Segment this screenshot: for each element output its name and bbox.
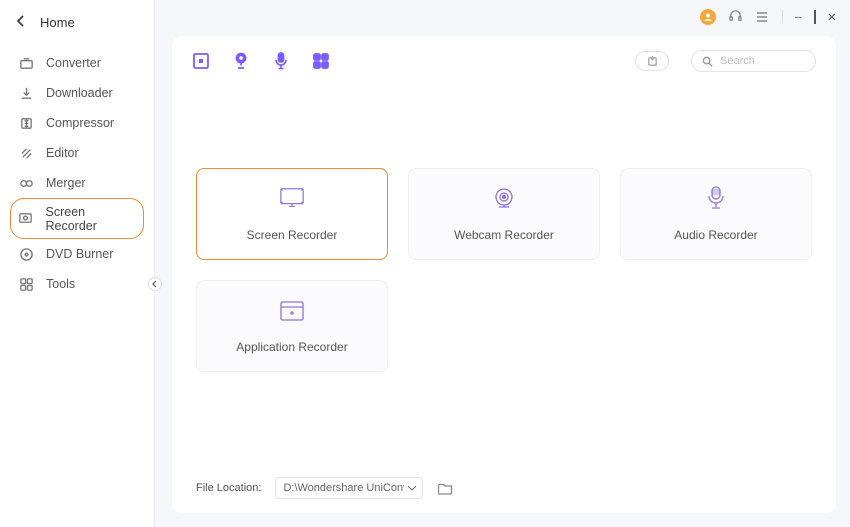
content-card: Screen Recorder Webcam Recorder Audio Re… xyxy=(172,36,836,513)
sidebar-item-tools[interactable]: Tools xyxy=(10,269,144,299)
editor-icon xyxy=(18,145,34,161)
sidebar-item-editor[interactable]: Editor xyxy=(10,138,144,168)
compressor-icon xyxy=(18,115,34,131)
card-audio-recorder[interactable]: Audio Recorder xyxy=(620,168,812,260)
card-screen-recorder[interactable]: Screen Recorder xyxy=(196,168,388,260)
sidebar: Home Converter Downloader Compressor Edi… xyxy=(0,0,155,527)
webcam-icon xyxy=(491,186,517,212)
card-label: Audio Recorder xyxy=(674,228,757,242)
card-label: Webcam Recorder xyxy=(454,228,554,242)
sidebar-collapse-handle[interactable] xyxy=(148,277,162,291)
screen-monitor-icon xyxy=(279,186,305,212)
sidebar-item-screen-recorder[interactable]: Screen Recorder xyxy=(10,198,144,239)
back-icon[interactable] xyxy=(16,14,26,30)
headset-icon[interactable] xyxy=(728,9,743,24)
card-label: Screen Recorder xyxy=(247,228,338,242)
sidebar-item-label: Compressor xyxy=(46,116,114,130)
sidebar-item-merger[interactable]: Merger xyxy=(10,168,144,198)
record-app-icon[interactable] xyxy=(312,52,330,70)
card-webcam-recorder[interactable]: Webcam Recorder xyxy=(408,168,600,260)
user-avatar[interactable] xyxy=(700,9,716,25)
sidebar-item-compressor[interactable]: Compressor xyxy=(10,108,144,138)
microphone-icon xyxy=(703,186,729,212)
record-screen-icon[interactable] xyxy=(192,52,210,70)
record-webcam-icon[interactable] xyxy=(232,52,250,70)
toolbar xyxy=(172,36,836,82)
downloader-icon xyxy=(18,85,34,101)
sidebar-item-label: Screen Recorder xyxy=(46,205,137,233)
footer: File Location: D:\Wondershare UniConvert… xyxy=(172,477,836,499)
sidebar-header: Home xyxy=(0,0,154,42)
application-window-icon xyxy=(279,298,305,324)
search-box[interactable] xyxy=(691,50,816,72)
sidebar-item-label: Downloader xyxy=(46,86,113,100)
separator xyxy=(782,10,783,23)
menu-icon[interactable] xyxy=(755,9,770,24)
sidebar-item-label: Merger xyxy=(46,176,86,190)
cards-area: Screen Recorder Webcam Recorder Audio Re… xyxy=(172,82,836,372)
card-label: Application Recorder xyxy=(236,340,347,354)
sidebar-item-label: Editor xyxy=(46,146,79,160)
sidebar-item-downloader[interactable]: Downloader xyxy=(10,78,144,108)
sidebar-item-dvd-burner[interactable]: DVD Burner xyxy=(10,239,144,269)
close-button[interactable]: ✕ xyxy=(828,9,836,25)
record-audio-icon[interactable] xyxy=(272,52,290,70)
page-title: Home xyxy=(40,15,75,30)
search-input[interactable] xyxy=(720,55,800,67)
screen-recorder-icon xyxy=(18,211,34,227)
sidebar-item-label: Converter xyxy=(46,56,101,70)
sidebar-item-label: DVD Burner xyxy=(46,247,113,261)
minimize-button[interactable]: — xyxy=(795,10,802,23)
file-location-select[interactable]: D:\Wondershare UniConverter 1 xyxy=(275,477,423,499)
file-location-label: File Location: xyxy=(196,482,261,494)
sidebar-item-converter[interactable]: Converter xyxy=(10,48,144,78)
main: — ✕ xyxy=(155,0,850,527)
open-folder-button[interactable] xyxy=(437,480,453,496)
card-application-recorder[interactable]: Application Recorder xyxy=(196,280,388,372)
merger-icon xyxy=(18,175,34,191)
dvd-burner-icon xyxy=(18,246,34,262)
maximize-button[interactable] xyxy=(814,10,816,23)
titlebar: — ✕ xyxy=(155,0,850,30)
converter-icon xyxy=(18,55,34,71)
sidebar-item-label: Tools xyxy=(46,277,75,291)
search-icon xyxy=(702,56,713,67)
card-grid: Screen Recorder Webcam Recorder Audio Re… xyxy=(196,168,812,372)
import-button[interactable] xyxy=(635,51,669,71)
nav-list: Converter Downloader Compressor Editor M… xyxy=(0,42,154,299)
tools-icon xyxy=(18,276,34,292)
